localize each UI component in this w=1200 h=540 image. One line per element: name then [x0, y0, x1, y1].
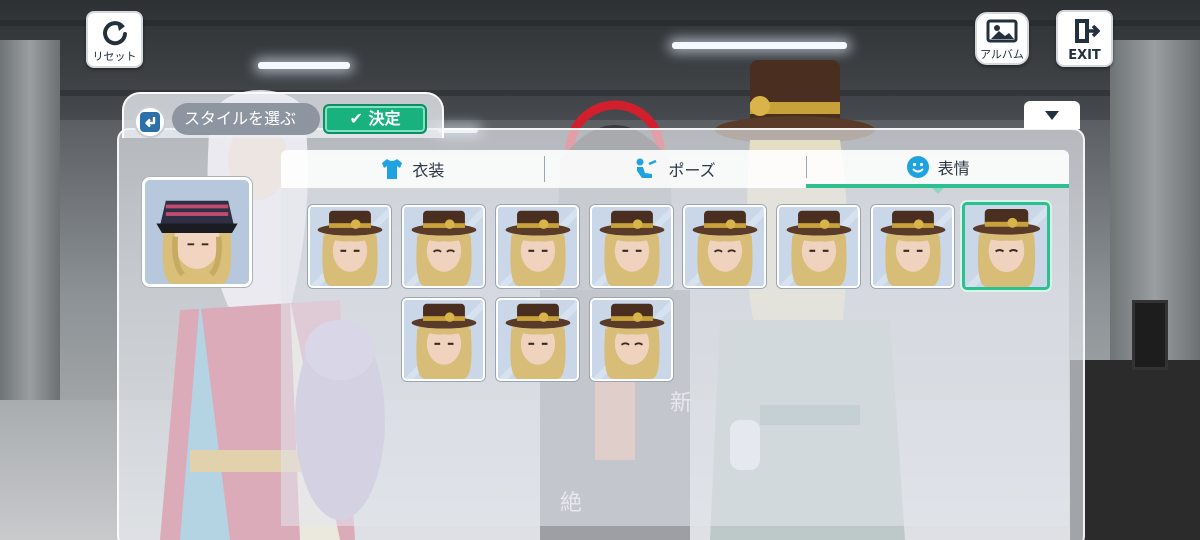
character-face-thumbnail: [685, 207, 764, 286]
expression-option[interactable]: [777, 205, 860, 288]
album-icon: [986, 19, 1018, 43]
tab-label: ポーズ: [668, 161, 716, 180]
album-label: アルバム: [980, 48, 1024, 61]
category-tabs: 衣装 ポーズ 表情: [281, 150, 1070, 194]
tab-label: 衣装: [412, 161, 445, 180]
expression-option[interactable]: [962, 202, 1050, 290]
tab-expression[interactable]: 表情: [806, 150, 1070, 194]
expression-option[interactable]: [308, 205, 391, 288]
reset-button[interactable]: リセット: [86, 11, 143, 68]
expression-option[interactable]: [871, 205, 954, 288]
avatar: [142, 177, 252, 287]
character-face-thumbnail: [498, 300, 577, 379]
character-face-thumbnail: [965, 205, 1047, 287]
exit-button[interactable]: EXIT: [1056, 10, 1113, 67]
expression-option[interactable]: [402, 205, 485, 288]
pose-icon: [636, 158, 657, 178]
monitor: [1132, 300, 1168, 370]
style-select-label: スタイルを選ぶ: [172, 103, 320, 135]
character-face-thumbnail: [873, 207, 952, 286]
album-button[interactable]: アルバム: [975, 12, 1029, 65]
reset-label: リセット: [92, 50, 137, 63]
character-face-thumbnail: [592, 300, 671, 379]
check-icon: ✔: [349, 109, 363, 128]
confirm-label: 決定: [368, 109, 401, 128]
expression-option[interactable]: [496, 298, 579, 381]
character-face-thumbnail: [404, 207, 483, 286]
expression-option[interactable]: [402, 298, 485, 381]
shirt-icon: [382, 159, 403, 179]
triangle-down-icon: [1045, 111, 1059, 120]
back-arrow-icon: [140, 112, 160, 132]
character-face-thumbnail: [498, 207, 577, 286]
tab-label: 表情: [937, 159, 970, 178]
expression-option[interactable]: [683, 205, 766, 288]
character-face-thumbnail: [779, 207, 858, 286]
expression-option[interactable]: [590, 298, 673, 381]
tab-pose[interactable]: ポーズ: [543, 150, 807, 188]
collapse-panel-button[interactable]: [1024, 101, 1080, 129]
desk: [1070, 360, 1200, 540]
tab-costume[interactable]: 衣装: [281, 150, 544, 188]
smile-icon: [906, 156, 929, 178]
expression-option[interactable]: [590, 205, 673, 288]
reset-icon: [102, 21, 127, 46]
exit-icon: [1074, 19, 1100, 43]
character-face-thumbnail: [592, 207, 671, 286]
expression-option[interactable]: [496, 205, 579, 288]
back-button[interactable]: [134, 106, 166, 138]
character-portrait: [145, 180, 249, 284]
character-face-thumbnail: [310, 207, 389, 286]
confirm-button[interactable]: ✔ 決定: [323, 104, 427, 134]
character-face-thumbnail: [404, 300, 483, 379]
exit-label: EXIT: [1068, 48, 1101, 63]
